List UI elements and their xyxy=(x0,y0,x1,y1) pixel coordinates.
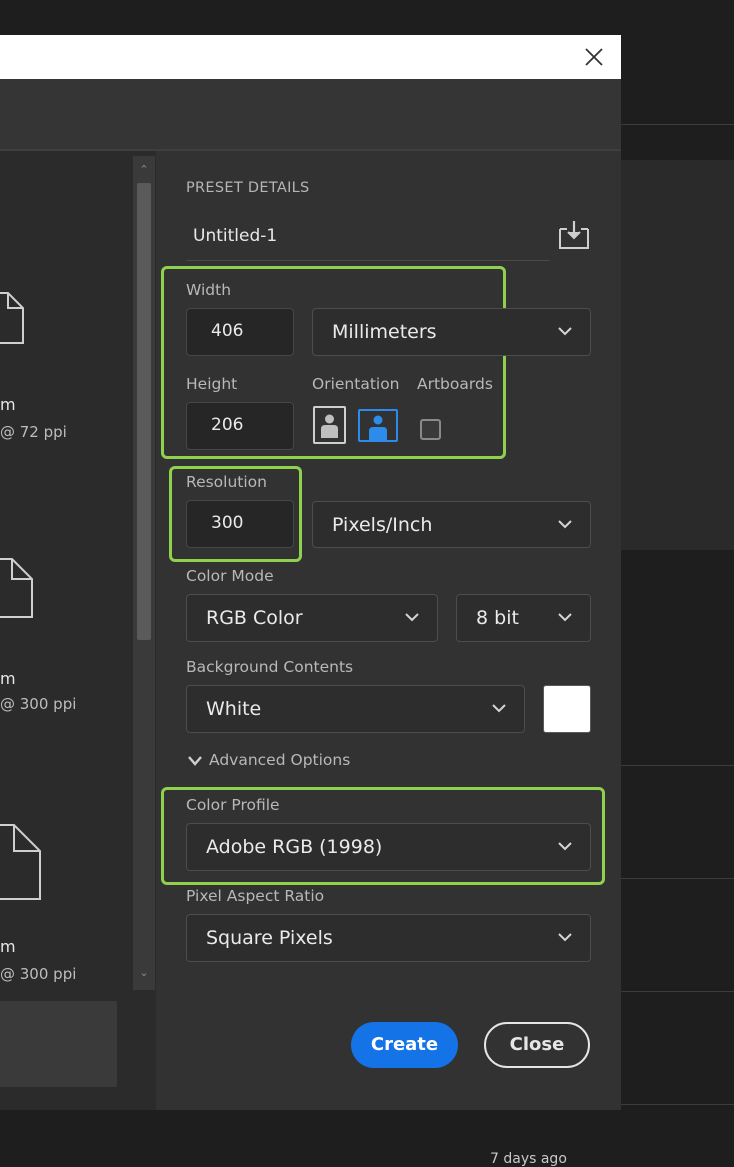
color-profile-select[interactable]: Adobe RGB (1998) xyxy=(186,823,591,871)
background-contents-select[interactable]: White xyxy=(186,685,525,733)
background-divider xyxy=(621,1104,734,1105)
preset-item[interactable]: m @ 300 ppi xyxy=(0,819,130,989)
color-profile-label: Color Profile xyxy=(186,796,280,814)
document-icon xyxy=(0,824,41,900)
width-unit-value: Millimeters xyxy=(332,321,437,343)
width-unit-select[interactable]: Millimeters xyxy=(312,308,591,356)
height-value: 206 xyxy=(211,415,244,435)
dialog-titlebar xyxy=(0,35,621,79)
artboards-checkbox[interactable] xyxy=(420,419,441,440)
preset-footer-panel xyxy=(0,1001,117,1087)
pixel-aspect-ratio-value: Square Pixels xyxy=(206,927,333,949)
orientation-label: Orientation xyxy=(312,375,400,393)
chevron-down-icon xyxy=(558,933,572,942)
close-button[interactable]: Close xyxy=(484,1022,590,1068)
portrait-orientation-button[interactable] xyxy=(313,406,346,444)
color-profile-value: Adobe RGB (1998) xyxy=(206,836,383,858)
chevron-down-icon xyxy=(558,613,572,622)
background-contents-label: Background Contents xyxy=(186,658,354,676)
landscape-orientation-button[interactable] xyxy=(358,409,398,442)
width-value: 406 xyxy=(211,321,244,341)
width-input[interactable]: 406 xyxy=(186,308,294,356)
create-button[interactable]: Create xyxy=(351,1022,458,1068)
save-preset-icon[interactable] xyxy=(557,219,591,251)
dialog-tabbar xyxy=(0,79,621,151)
color-mode-select[interactable]: RGB Color xyxy=(186,594,438,642)
background-divider xyxy=(621,878,734,879)
chevron-down-icon xyxy=(558,520,572,529)
preset-detail: @ 300 ppi xyxy=(0,695,77,713)
resolution-label: Resolution xyxy=(186,473,267,491)
pixel-aspect-ratio-select[interactable]: Square Pixels xyxy=(186,914,591,962)
chevron-down-icon xyxy=(188,756,202,766)
height-input[interactable]: 206 xyxy=(186,402,294,450)
chevron-down-icon xyxy=(558,842,572,851)
preset-size: m xyxy=(0,937,16,956)
width-label: Width xyxy=(186,281,232,299)
close-icon[interactable] xyxy=(583,46,605,68)
resolution-unit-value: Pixels/Inch xyxy=(332,514,433,536)
document-name-field[interactable]: Untitled-1 xyxy=(186,214,550,261)
document-name-value: Untitled-1 xyxy=(193,226,278,246)
resolution-value: 300 xyxy=(211,513,244,533)
resolution-unit-select[interactable]: Pixels/Inch xyxy=(312,501,591,548)
background-panel xyxy=(621,160,734,550)
bit-depth-value: 8 bit xyxy=(476,607,519,629)
preset-detail: @ 300 ppi xyxy=(0,965,77,983)
artboards-label: Artboards xyxy=(417,375,493,393)
preset-size: m xyxy=(0,669,16,688)
color-mode-value: RGB Color xyxy=(206,607,303,629)
portrait-person-icon xyxy=(321,414,338,438)
landscape-person-icon xyxy=(369,415,387,440)
preset-detail: @ 72 ppi xyxy=(0,423,67,441)
chevron-down-icon xyxy=(492,704,506,713)
bit-depth-select[interactable]: 8 bit xyxy=(456,594,591,642)
advanced-options-label: Advanced Options xyxy=(209,751,351,769)
background-timestamp: 7 days ago xyxy=(490,1151,567,1167)
color-mode-label: Color Mode xyxy=(186,567,274,585)
preset-item[interactable]: m @ 300 ppi xyxy=(0,551,130,721)
document-icon xyxy=(0,292,24,344)
preset-size: m xyxy=(0,395,16,414)
chevron-down-icon xyxy=(405,613,419,622)
background-color-swatch[interactable] xyxy=(543,685,591,733)
document-icon xyxy=(0,558,33,618)
scrollbar-thumb[interactable] xyxy=(137,183,151,640)
pixel-aspect-ratio-label: Pixel Aspect Ratio xyxy=(186,887,325,905)
preset-details-heading: PRESET DETAILS xyxy=(186,180,310,196)
resolution-input[interactable]: 300 xyxy=(186,500,294,548)
height-label: Height xyxy=(186,375,238,393)
background-contents-value: White xyxy=(206,698,262,720)
scroll-down-icon[interactable]: ⌄ xyxy=(133,966,155,979)
scroll-up-icon[interactable]: ⌃ xyxy=(133,163,155,176)
chevron-down-icon xyxy=(558,327,572,336)
background-divider xyxy=(621,991,734,992)
background-divider xyxy=(621,765,734,766)
preset-item[interactable]: m @ 72 ppi xyxy=(0,281,130,451)
background-divider xyxy=(621,124,734,125)
